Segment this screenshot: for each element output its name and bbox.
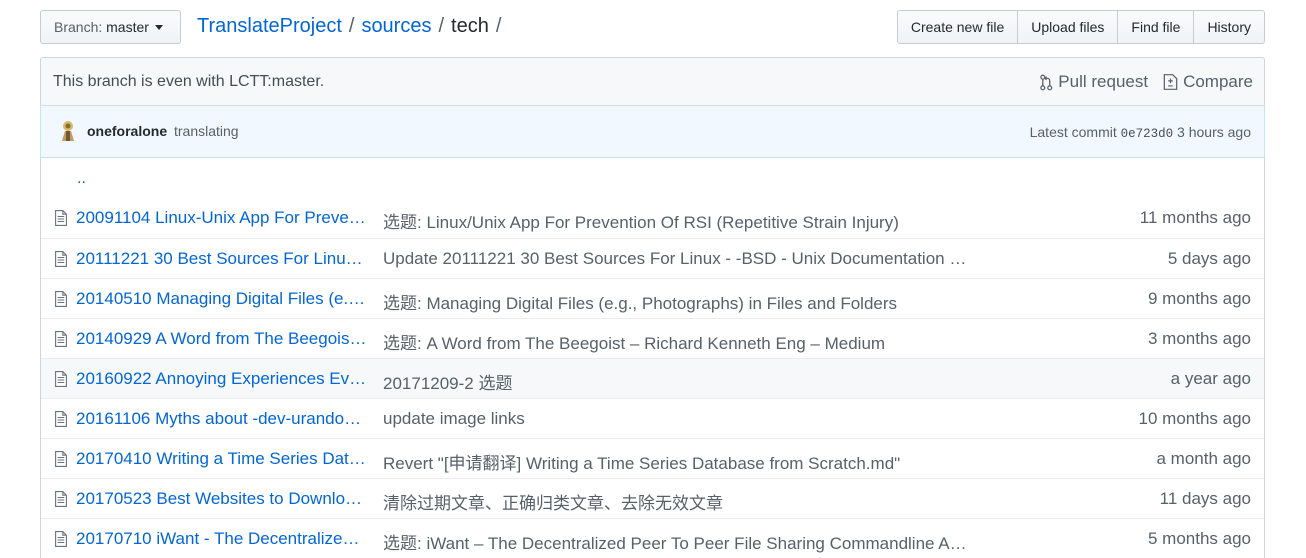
latest-commit-info: Latest commit 0e723d0 3 hours ago <box>1030 124 1251 141</box>
file-name-link[interactable]: 20140510 Managing Digital Files (e.g., P… <box>76 289 368 309</box>
file-name-link[interactable]: 20160922 Annoying Experiences Every Linu… <box>76 369 368 389</box>
file-row: 20160922 Annoying Experiences Every Linu… <box>41 358 1264 398</box>
compare-label: Compare <box>1183 72 1253 91</box>
file-text-icon <box>55 371 67 387</box>
breadcrumb-repo[interactable]: TranslateProject <box>197 15 342 38</box>
file-commit-age: 3 months ago <box>1147 329 1251 348</box>
latest-commit-label: Latest commit <box>1029 124 1117 140</box>
branch-status-message: This branch is even with LCTT:master. <box>53 73 325 90</box>
file-text-icon <box>55 331 67 347</box>
file-row: 20111221 30 Best Sources For Linux - -BS… <box>41 238 1264 278</box>
breadcrumb-folder[interactable]: sources <box>361 15 431 38</box>
file-name-link[interactable]: 20170410 Writing a Time Series Database … <box>76 449 368 469</box>
file-name-link[interactable]: 20161106 Myths about -dev-urandom.md <box>76 409 368 429</box>
diff-icon <box>1163 74 1178 90</box>
file-row: 20091104 Linux-Unix App For Prevention O… <box>41 198 1264 238</box>
upload-files-button[interactable]: Upload files <box>1017 10 1119 44</box>
file-text-icon <box>55 251 67 267</box>
file-commit-message-link[interactable]: 选题: Linux/Unix App For Prevention Of RSI… <box>383 208 968 233</box>
file-name-link[interactable]: 20170523 Best Websites to Download Linux… <box>76 489 368 509</box>
commit-time: 3 hours ago <box>1177 124 1251 140</box>
file-commit-message-link[interactable]: Update 20111221 30 Best Sources For Linu… <box>383 249 968 269</box>
parent-directory-link[interactable]: .. <box>77 170 86 188</box>
avatar[interactable] <box>57 119 79 141</box>
git-pull-request-icon <box>1040 74 1053 90</box>
file-list: .. 20091104 Linux-Unix App For Preventio… <box>40 158 1265 558</box>
pull-request-link[interactable]: Pull request <box>1039 72 1148 92</box>
branch-selector-button[interactable]: Branch: master <box>40 10 181 44</box>
file-row: 20161106 Myths about -dev-urandom.md upd… <box>41 398 1264 438</box>
compare-link[interactable]: Compare <box>1163 72 1253 92</box>
file-text-icon <box>55 491 67 507</box>
find-file-button[interactable]: Find file <box>1117 10 1195 44</box>
breadcrumb-separator: / <box>348 15 355 37</box>
branch-actions: Pull request Compare <box>1024 72 1253 92</box>
file-commit-message-link[interactable]: 20171209-2 选题 <box>383 369 968 394</box>
branch-prefix: Branch: <box>54 19 103 35</box>
repo-toolbar: Branch: master TranslateProject / source… <box>40 10 1265 46</box>
commit-message[interactable]: translating <box>174 123 239 139</box>
file-commit-age: a year ago <box>1170 369 1251 388</box>
pull-request-label: Pull request <box>1058 72 1149 91</box>
file-text-icon <box>55 411 67 427</box>
branch-name: master <box>106 19 149 35</box>
branch-status-bar: This branch is even with LCTT:master. Pu… <box>40 57 1265 105</box>
file-row: 20170710 iWant - The Decentralized Peer … <box>41 518 1264 558</box>
breadcrumb: TranslateProject / sources / tech / <box>197 15 508 38</box>
file-row: 20140510 Managing Digital Files (e.g., P… <box>41 278 1264 318</box>
file-commit-age: 10 months ago <box>1138 409 1251 428</box>
file-commit-message-link[interactable]: update image links <box>383 409 968 429</box>
history-button[interactable]: History <box>1193 10 1265 44</box>
file-commit-age: 5 days ago <box>1167 249 1251 268</box>
file-commit-age: 11 days ago <box>1159 489 1251 508</box>
parent-directory-row: .. <box>41 158 1264 198</box>
file-name-link[interactable]: 20091104 Linux-Unix App For Prevention O… <box>76 208 368 228</box>
breadcrumb-trailing-separator: / <box>495 15 502 37</box>
file-row: 20170410 Writing a Time Series Database … <box>41 438 1264 478</box>
file-text-icon <box>55 291 67 307</box>
commit-sha[interactable]: 0e723d0 <box>1121 127 1174 141</box>
file-row: 20170523 Best Websites to Download Linux… <box>41 478 1264 518</box>
file-actions-group: Create new file Upload files Find file H… <box>896 10 1265 44</box>
breadcrumb-current: tech <box>451 15 489 37</box>
file-commit-message-link[interactable]: 清除过期文章、正确归类文章、去除无效文章 <box>383 489 968 514</box>
file-text-icon <box>55 210 67 226</box>
file-commit-message-link[interactable]: 选题: Managing Digital Files (e.g., Photog… <box>383 289 968 314</box>
file-name-link[interactable]: 20140929 A Word from The Beegoist - Rich… <box>76 329 368 349</box>
file-commit-age: a month ago <box>1156 449 1251 468</box>
file-text-icon <box>55 531 67 547</box>
breadcrumb-separator: / <box>438 15 445 37</box>
file-commit-message-link[interactable]: 选题: A Word from The Beegoist – Richard K… <box>383 329 968 354</box>
commit-author[interactable]: oneforalone <box>87 123 167 139</box>
file-commit-age: 5 months ago <box>1147 529 1251 548</box>
file-name-link[interactable]: 20111221 30 Best Sources For Linux - -BS… <box>76 249 368 269</box>
file-name-link[interactable]: 20170710 iWant - The Decentralized Peer … <box>76 529 368 549</box>
latest-commit-bar: oneforalone translating Latest commit 0e… <box>40 105 1265 158</box>
file-commit-message-link[interactable]: 选题: iWant – The Decentralized Peer To Pe… <box>383 529 968 554</box>
file-commit-age: 11 months ago <box>1139 208 1251 227</box>
caret-down-icon <box>154 24 163 30</box>
file-text-icon <box>55 451 67 467</box>
file-commit-message-link[interactable]: Revert "[申请翻译] Writing a Time Series Dat… <box>383 449 968 474</box>
file-row: 20140929 A Word from The Beegoist - Rich… <box>41 318 1264 358</box>
create-new-file-button[interactable]: Create new file <box>896 10 1019 44</box>
file-commit-age: 9 months ago <box>1147 289 1251 308</box>
